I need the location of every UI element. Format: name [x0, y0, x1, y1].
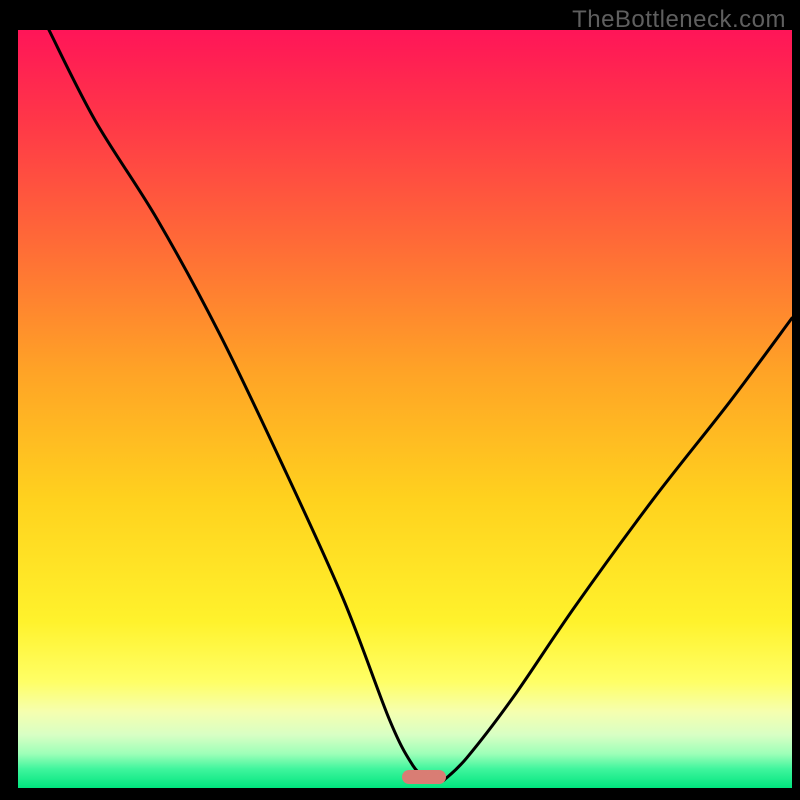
curve-left-branch — [49, 30, 428, 780]
plot-area — [18, 30, 792, 788]
chart-frame: TheBottleneck.com — [0, 0, 800, 800]
bottleneck-curve — [18, 30, 792, 788]
optimal-marker-pill — [402, 770, 446, 784]
watermark-text: TheBottleneck.com — [572, 6, 786, 34]
curve-right-branch — [444, 318, 792, 780]
